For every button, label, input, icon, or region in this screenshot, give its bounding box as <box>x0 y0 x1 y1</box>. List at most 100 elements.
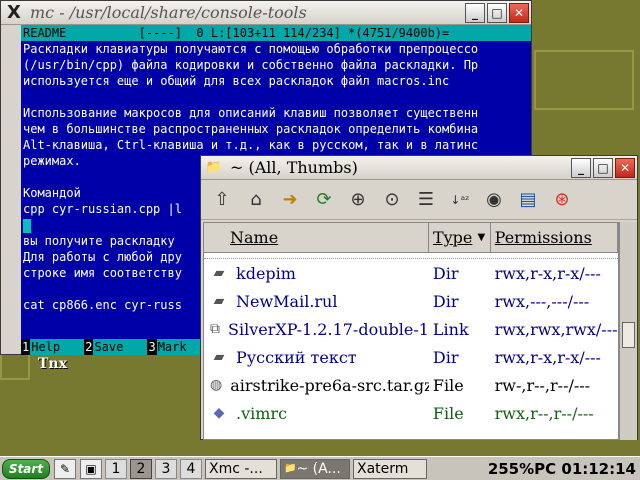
vertical-scrollbar[interactable] <box>619 222 637 440</box>
file-name: kdepim <box>236 263 296 283</box>
task-mc[interactable]: Xmc -... <box>205 458 277 479</box>
fm-titlebar[interactable]: 📁 ~ (All, Thumbs) _ □ ✕ <box>201 156 637 180</box>
mc-window-title: mc - /usr/local/share/console-tools <box>30 3 307 22</box>
cell-name: ▰ NewMail.rul <box>204 292 429 311</box>
column-header-type[interactable]: Type ▼ <box>429 223 491 252</box>
cell-type: Dir <box>432 263 459 283</box>
maximize-button[interactable]: □ <box>593 157 613 178</box>
clock: 255%PC 01:12:14 <box>487 459 636 478</box>
desktop-3-button[interactable]: 3 <box>155 458 177 479</box>
cell-type: Link <box>432 319 469 339</box>
sort-az-icon[interactable]: ↓ᵃᶻ <box>445 185 475 215</box>
file-list[interactable]: Name Type ▼ Permissions ▰ kdepim Dir rwx,r-… <box>203 222 619 440</box>
table-row[interactable]: ◆ .vimrc File rwx,r--,r--/--- <box>204 399 618 427</box>
edit-icon[interactable]: ✎ <box>54 458 76 479</box>
link-icon: ⧉ <box>210 321 220 337</box>
minimize-button[interactable]: _ <box>571 157 591 178</box>
maximize-button[interactable]: □ <box>487 2 507 23</box>
column-name-label: Name <box>230 228 279 247</box>
fkey-number: 3 <box>147 339 157 355</box>
cell-name: ◍ airstrike-pre6a-src.tar.gz <box>204 376 429 395</box>
editor-line: Использование макросов для описаний клав… <box>23 106 479 120</box>
minimize-button[interactable]: _ <box>465 2 485 23</box>
desktop-label[interactable]: Tnx <box>38 356 67 372</box>
editor-line: используется еще и общий для всех раскла… <box>23 74 450 88</box>
start-button[interactable]: Start <box>2 458 50 479</box>
table-row[interactable]: ⧉ SilverXP-1.2.17-double-1 Link rwx,rwx,rwx… <box>204 315 618 343</box>
cell-name: ▰ Русский текст <box>204 348 429 367</box>
zoom-in-icon[interactable]: ⊕ <box>343 185 373 215</box>
cell-permissions: rwx,rwx,rwx/--- <box>494 319 618 339</box>
folder-window-icon[interactable]: 📁 <box>204 158 224 178</box>
cell-permissions: rwx,---,---/--- <box>494 291 590 311</box>
fkey-save[interactable]: 2 Save <box>84 339 148 355</box>
table-row[interactable]: ▰ NewMail.rul Dir rwx,---,---/--- <box>204 287 618 315</box>
fkey-number: 1 <box>21 339 31 355</box>
folder-icon: ▰ <box>213 293 225 309</box>
file-manager-window[interactable]: 📁 ~ (All, Thumbs) _ □ ✕ ⇧ ⌂ ➜ ⟳ ⊕ ⊙ ☰ ↓ᵃ… <box>200 155 638 440</box>
fm-window-title: ~ (All, Thumbs) <box>230 158 358 177</box>
cell-type: Dir <box>432 347 459 367</box>
file-icon: ◆ <box>213 405 225 421</box>
table-row[interactable]: ◍ airstrike-pre6a-src.tar.gz File rw-,r--,r… <box>204 371 618 399</box>
zoom-fit-icon[interactable]: ⊙ <box>377 185 407 215</box>
details-icon[interactable]: ▤ <box>513 185 543 215</box>
fm-toolbar: ⇧ ⌂ ➜ ⟳ ⊕ ⊙ ☰ ↓ᵃᶻ ◉ ▤ ⊛ <box>201 180 637 220</box>
terminal-icon[interactable]: ▣ <box>80 458 102 479</box>
cell-permissions: rwx,r-x,r-x/--- <box>494 347 601 367</box>
file-name: airstrike-pre6a-src.tar.gz <box>230 375 429 395</box>
task-file-manager[interactable]: 📁 ~ (A... <box>280 458 350 479</box>
up-arrow-icon[interactable]: ⇧ <box>207 185 237 215</box>
cell-permissions: rwx,r-x,r-x/--- <box>494 263 601 283</box>
close-button[interactable]: ✕ <box>615 157 635 178</box>
cell-name: ◆ .vimrc <box>204 404 429 423</box>
column-headers: Name Type ▼ Permissions <box>204 223 618 253</box>
fkey-label: Help <box>30 339 85 355</box>
text-cursor <box>23 218 31 233</box>
cell-name: ▰ kdepim <box>204 264 429 283</box>
x-logo-icon[interactable]: X <box>4 2 24 23</box>
fkey-label: Save <box>93 339 148 355</box>
task-label: mc -... <box>218 460 263 477</box>
x-logo-icon: X <box>209 460 219 477</box>
editor-line: чем в большинстве распространенных раскл… <box>23 122 479 136</box>
cell-type: File <box>432 375 464 395</box>
table-row[interactable]: ▰ kdepim Dir rwx,r-x,r-x/--- <box>204 259 618 287</box>
go-icon[interactable]: ➜ <box>275 185 305 215</box>
folder-icon: ▰ <box>213 265 225 281</box>
list-view-icon[interactable]: ☰ <box>411 185 441 215</box>
column-header-name[interactable]: Name <box>204 223 429 252</box>
fkey-help[interactable]: 1 Help <box>21 339 85 355</box>
x-logo-icon: X <box>357 460 367 477</box>
fkey-number: 2 <box>84 339 94 355</box>
file-name: .vimrc <box>236 403 288 423</box>
taskbar: Start ✎ ▣ 1234 Xmc -... 📁 ~ (A... Xaterm … <box>0 456 640 480</box>
table-row[interactable]: ▰ Русский текст Dir rwx,r-x,r-x/--- <box>204 343 618 371</box>
eye-icon[interactable]: ◉ <box>479 185 509 215</box>
desktop-1-button[interactable]: 1 <box>105 458 127 479</box>
home-icon[interactable]: ⌂ <box>241 185 271 215</box>
cell-permissions: rwx,r--,r--/--- <box>494 403 594 423</box>
mc-titlebar[interactable]: X mc - /usr/local/share/console-tools _ … <box>1 1 531 25</box>
column-type-label: Type <box>432 228 473 247</box>
archive-icon: ◍ <box>210 377 223 393</box>
desktop-2-button[interactable]: 2 <box>130 458 152 479</box>
cell-permissions: rw-,r--,r--/--- <box>494 375 591 395</box>
task-aterm[interactable]: Xaterm <box>353 458 427 479</box>
sort-down-icon: ▼ <box>477 232 486 243</box>
editor-line: Раскладки клавиатуры получаются с помощь… <box>23 42 479 56</box>
column-permissions-label: Permissions <box>494 228 592 247</box>
column-header-permissions[interactable]: Permissions <box>491 223 618 252</box>
scrollbar-thumb[interactable] <box>622 322 635 348</box>
help-icon[interactable]: ⊛ <box>547 185 577 215</box>
desktop-4-button[interactable]: 4 <box>180 458 202 479</box>
editor-line: Alt-клавиша, Ctrl-клавиша и т.д., как в … <box>23 138 479 152</box>
editor-line: (/usr/bin/cpp) файла кодировки и собстве… <box>23 58 479 72</box>
file-name: NewMail.rul <box>236 291 338 311</box>
close-button[interactable]: ✕ <box>509 2 529 23</box>
folder-icon: 📁 <box>284 463 297 474</box>
refresh-icon[interactable]: ⟳ <box>309 185 339 215</box>
editor-status-line: README [----] 0 L:[103+11 114/234] *(475… <box>21 25 531 41</box>
file-name: SilverXP-1.2.17-double-1 <box>228 319 429 339</box>
